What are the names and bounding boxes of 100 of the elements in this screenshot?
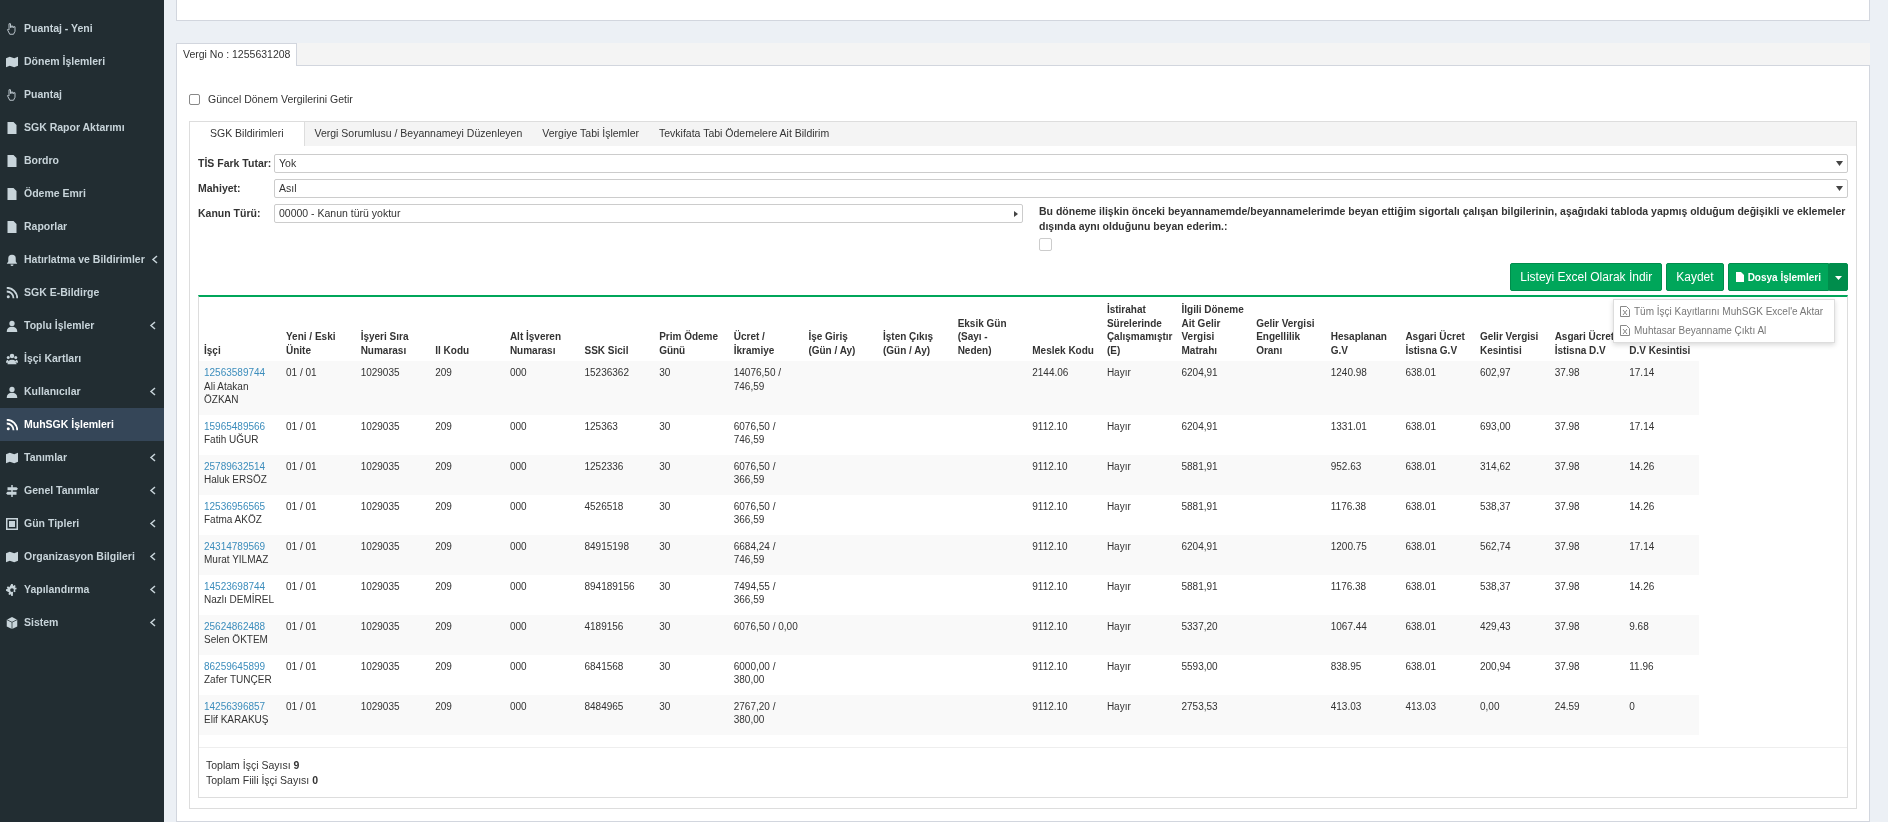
table-cell: 30 <box>659 620 671 632</box>
table-cell: 413.03 <box>1330 700 1362 712</box>
menu-item[interactable]: Tüm İşçi Kayıtlarını MuhSGK Excel'e Aktar <box>1614 302 1834 321</box>
table-cell: 01 / 01 <box>286 367 317 378</box>
worker-name: Murat YILMAZ <box>204 554 269 565</box>
sidebar-item[interactable]: Genel Tanımlar <box>0 474 164 507</box>
table-cell: 1176.38 <box>1330 580 1367 592</box>
table-cell: 17.14 <box>1629 540 1655 552</box>
table-cell: 5337,20 <box>1181 620 1218 632</box>
worker-id-link[interactable]: 12563589744 <box>204 366 276 380</box>
sidebar-item[interactable]: Puantaj - Yeni <box>0 12 164 45</box>
sidebar-item[interactable]: Ödeme Emri <box>0 177 164 210</box>
worker-name: Haluk ERSÖZ <box>204 474 267 485</box>
table-cell: 6204,91 <box>1181 420 1218 432</box>
worker-id-link[interactable]: 14523698744 <box>204 579 276 593</box>
worker-id-link[interactable]: 25789632514 <box>204 459 276 473</box>
column-header: İşe Giriş (Gün / Ay) <box>808 331 856 356</box>
table-cell: 638.01 <box>1405 580 1436 592</box>
table-cell: Hayır <box>1106 700 1131 712</box>
table-cell: 209 <box>435 660 452 672</box>
table-cell: 37.98 <box>1554 367 1580 378</box>
table-cell: 6076,50 / 366,59 <box>733 500 776 525</box>
select-field[interactable]: 00000 - Kanun türü yoktur <box>274 204 1023 224</box>
column-header: Ücret / İkramiye <box>733 331 775 356</box>
table-cell: 6204,91 <box>1181 367 1218 378</box>
table-cell: 000 <box>509 660 527 672</box>
table-cell: 37.98 <box>1554 460 1580 472</box>
table-cell: 5881,91 <box>1181 500 1218 512</box>
table-cell: 1200.75 <box>1330 540 1367 552</box>
table-cell: 37.98 <box>1554 540 1580 552</box>
table-cell: 30 <box>659 660 671 672</box>
worker-id-link[interactable]: 12536956565 <box>204 499 276 513</box>
table-cell: 9112.10 <box>1032 500 1068 512</box>
table-cell: 1029035 <box>360 580 400 592</box>
sidebar-item[interactable]: Sistem <box>0 606 164 639</box>
worker-name: Elif KARAKUŞ <box>204 714 269 725</box>
sidebar-item[interactable]: MuhSGK İşlemleri <box>0 408 164 441</box>
sidebar-item[interactable]: Kullanıcılar <box>0 375 164 408</box>
worker-id-link[interactable]: 25624862488 <box>204 619 276 633</box>
table-cell: 14076,50 / 746,59 <box>733 367 781 392</box>
sidebar-item[interactable]: İşçi Kartları <box>0 342 164 375</box>
column-header: SSK Sicil <box>584 344 629 356</box>
table-cell: 24.59 <box>1554 700 1580 712</box>
table-cell: 0 <box>1629 700 1635 712</box>
sidebar-item[interactable]: Dönem İşlemleri <box>0 45 164 78</box>
sidebar-item[interactable]: SGK E-Bildirge <box>0 276 164 309</box>
table-cell: 1029035 <box>360 460 400 472</box>
table-cell: 209 <box>435 540 452 552</box>
column-header: Asgari Ücret İstisna G.V <box>1405 331 1465 356</box>
sidebar-item[interactable]: Raporlar <box>0 210 164 243</box>
sidebar-item[interactable]: SGK Rapor Aktarımı <box>0 111 164 144</box>
worker-id-link[interactable]: 15965489566 <box>204 419 276 433</box>
sidebar-item[interactable]: Bordro <box>0 144 164 177</box>
table-cell: 37.98 <box>1554 500 1580 512</box>
tab[interactable]: Vergi Sorumlusu / Beyannameyi Düzenleyen <box>304 122 533 147</box>
table-cell: 7494,55 / 366,59 <box>733 580 776 605</box>
table-cell: 693,00 <box>1480 420 1511 432</box>
column-header: Il Kodu <box>435 344 470 356</box>
column-header: D.V Kesintisi <box>1629 344 1691 356</box>
column-header: İşyeri Sıra Numarası <box>360 331 409 356</box>
sidebar-item[interactable]: Puantaj <box>0 78 164 111</box>
table-cell: 84915198 <box>584 540 629 552</box>
sidebar-item[interactable]: Yapılandırma <box>0 573 164 606</box>
table-cell: 838.95 <box>1330 660 1362 672</box>
table-cell: 000 <box>509 580 527 592</box>
table-cell: 9112.10 <box>1032 620 1068 632</box>
select-field[interactable]: Asıl <box>274 179 1848 199</box>
worker-name: Fatma AKÖZ <box>204 514 262 525</box>
sidebar-item[interactable]: Toplu İşlemler <box>0 309 164 342</box>
worker-id-link[interactable]: 14256396857 <box>204 699 276 713</box>
select-field[interactable]: Yok <box>274 154 1848 174</box>
table-cell: 000 <box>509 620 527 632</box>
table-cell: 314,62 <box>1480 460 1511 472</box>
worker-id-link[interactable]: 86259645899 <box>204 659 276 673</box>
table-cell: 125363 <box>584 420 618 432</box>
menu-item[interactable]: Muhtasar Beyanname Çıktı Al <box>1614 321 1834 340</box>
table-cell: Hayır <box>1106 367 1131 378</box>
tab[interactable]: SGK Bildirimleri <box>190 122 305 147</box>
tab[interactable]: Vergiye Tabi İşlemler <box>532 122 649 147</box>
table-cell: 0,00 <box>1480 700 1500 712</box>
worker-id-link[interactable]: 24314789569 <box>204 539 276 553</box>
sidebar-item[interactable]: Hatırlatma ve Bildirimler <box>0 243 164 276</box>
table-cell: 209 <box>435 367 452 378</box>
table-cell: 6841568 <box>584 660 624 672</box>
table-cell: Hayır <box>1106 580 1131 592</box>
table-cell: 30 <box>659 367 671 378</box>
table-cell: Hayır <box>1106 620 1131 632</box>
sidebar-item[interactable]: Gün Tipleri <box>0 507 164 540</box>
sidebar-item[interactable]: Tanımlar <box>0 441 164 474</box>
column-header: Hesaplanan G.V <box>1330 331 1387 356</box>
sidebar-item[interactable]: Organizasyon Bilgileri <box>0 540 164 573</box>
table-cell: 01 / 01 <box>286 500 317 512</box>
table-cell: Hayır <box>1106 660 1131 672</box>
column-header: Yeni / Eski Ünite <box>286 331 336 356</box>
tab[interactable]: Vergi No : 1255631208 <box>176 42 298 66</box>
table-cell: 638.01 <box>1405 420 1436 432</box>
tab[interactable]: Tevkifata Tabi Ödemelere Ait Bildirim <box>649 122 840 147</box>
summary-text: Toplam Fiili İşçi Sayısı 0 <box>206 773 320 789</box>
table-cell: 1252336 <box>584 460 624 472</box>
table-cell: 1029035 <box>360 367 400 378</box>
